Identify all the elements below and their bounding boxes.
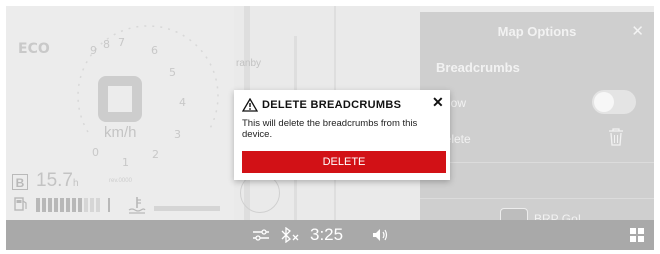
toggle-knob [594, 92, 614, 112]
grid-cell [638, 236, 644, 242]
clock-time: 3:25 [310, 225, 344, 244]
rpm-tick-5: 5 [169, 66, 176, 79]
dialog-message: This will delete the breadcrumbs from th… [242, 118, 418, 140]
fuel-segment-empty [90, 198, 94, 212]
rpm-tick-3: 3 [174, 128, 181, 141]
rpm-tick-2: 2 [152, 148, 159, 161]
fuel-gauge-bar [36, 198, 110, 212]
grid-cell [630, 228, 636, 234]
toggles-icon[interactable] [252, 229, 270, 241]
map-options-title: Map Options [497, 24, 577, 39]
speed-unit: km/h [104, 124, 137, 141]
map-options-panel: Map Options ✕ Breadcrumbs Show Delete BR… [420, 12, 654, 230]
fuel-segment-empty [96, 198, 100, 212]
fuel-segment [54, 198, 58, 212]
speed-readout-zero [98, 76, 142, 122]
trip-readout: 15.7h [36, 170, 79, 192]
status-bar: 3:25 [6, 220, 654, 250]
warning-icon [242, 98, 258, 112]
map-label-granby: ranby [236, 58, 262, 69]
grid-cell [638, 228, 644, 234]
divider [420, 198, 654, 199]
show-breadcrumbs-toggle[interactable] [592, 90, 636, 114]
grid-cell [630, 236, 636, 242]
fuel-segment [42, 198, 46, 212]
bluetooth-off-icon[interactable] [280, 227, 300, 243]
app-grid-icon[interactable] [630, 228, 644, 242]
coolant-temp-bar [154, 206, 220, 211]
fuel-segment [48, 198, 52, 212]
rpm-tick-8: 8 [103, 38, 110, 51]
close-icon[interactable]: ✕ [631, 22, 644, 40]
tachometer-arc [77, 25, 219, 133]
delete-breadcrumbs-dialog: DELETE BREADCRUMBS ✕ This will delete th… [234, 90, 450, 180]
dialog-close-icon[interactable]: ✕ [432, 94, 444, 111]
eco-mode-label: ECO [18, 41, 50, 57]
fuel-segment [78, 198, 82, 212]
trip-unit: h [72, 178, 79, 189]
fuel-segment [72, 198, 76, 212]
divider [420, 162, 654, 163]
rpm-tick-0: 0 [92, 146, 99, 159]
rpm-tick-7: 7 [118, 36, 125, 49]
gear-indicator: B [12, 174, 28, 190]
fuel-pump-icon [14, 197, 27, 211]
fuel-segment [36, 198, 40, 212]
fuel-segment [60, 198, 64, 212]
trip-sub-label: rev.0000 [109, 178, 132, 184]
rpm-tick-1: 1 [122, 156, 129, 169]
rpm-tick-9: 9 [90, 44, 97, 57]
rpm-tick-4: 4 [179, 96, 186, 109]
volume-icon[interactable] [372, 228, 390, 242]
delete-button[interactable]: DELETE [242, 151, 446, 173]
screen: ECO 9 8 7 6 5 4 3 2 1 0 km/h B 15.7h rev… [6, 6, 654, 250]
breadcrumbs-section-title: Breadcrumbs [436, 60, 520, 75]
trash-icon[interactable] [608, 128, 624, 146]
trip-value: 15.7 [36, 170, 73, 191]
rpm-tick-6: 6 [151, 44, 158, 57]
fuel-segment-empty [84, 198, 88, 212]
dialog-title: DELETE BREADCRUMBS [262, 99, 402, 111]
coolant-temp-icon [128, 197, 146, 214]
fuel-segment [66, 198, 70, 212]
fuel-segment-end [108, 198, 110, 212]
